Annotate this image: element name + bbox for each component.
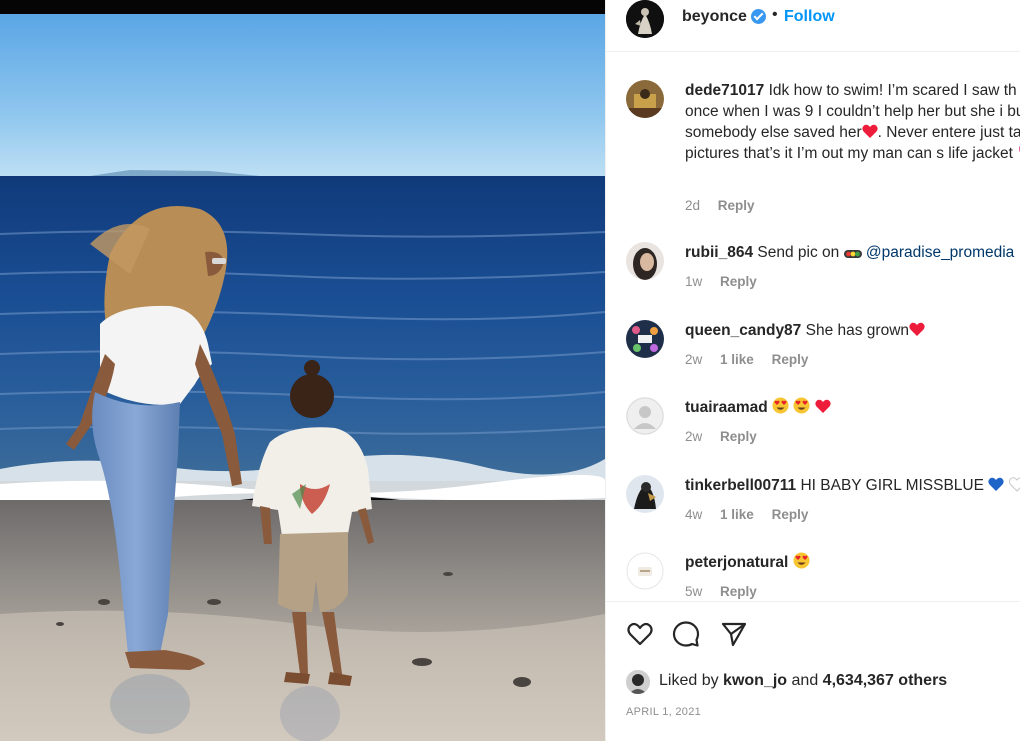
comment-username[interactable]: peterjonatural xyxy=(685,554,788,571)
commenter-avatar[interactable] xyxy=(626,320,664,358)
liked-by-and: and xyxy=(791,672,819,689)
blue-heart-icon xyxy=(988,477,1004,491)
red-heart-icon xyxy=(862,124,878,138)
traffic-light-icon xyxy=(843,250,862,258)
liked-by-prefix: Liked by xyxy=(659,672,719,689)
reply-button[interactable]: Reply xyxy=(772,507,809,522)
commenter-avatar[interactable] xyxy=(626,242,664,280)
reply-button[interactable]: Reply xyxy=(718,198,755,213)
post-header: beyonce • Follow xyxy=(606,0,1020,52)
liked-by-row: Liked by kwon_jo and 4,634,367 others xyxy=(626,670,1016,694)
comment-username[interactable]: tinkerbell00711 xyxy=(685,477,796,494)
comment-text: HI BABY GIRL MISSBLUE xyxy=(800,477,984,494)
post-actions-section: Liked by kwon_jo and 4,634,367 others AP… xyxy=(606,601,1020,741)
reply-button[interactable]: Reply xyxy=(720,429,757,444)
commenter-avatar[interactable] xyxy=(626,552,664,590)
comment-time[interactable]: 2w xyxy=(685,429,702,444)
heart-eyes-emoji-icon xyxy=(772,397,789,414)
comment-item: queen_candy87 She has grown 2w 1 like Re… xyxy=(606,320,1020,380)
comment-username[interactable]: tuairaamad xyxy=(685,399,768,416)
comments-list[interactable]: dede71017 Idk how to swim! I’m scared I … xyxy=(606,52,1020,601)
comment-username[interactable]: dede71017 xyxy=(685,82,764,99)
comment-like-count[interactable]: 1 like xyxy=(720,507,754,522)
photo-top-bar xyxy=(0,0,605,14)
follow-button[interactable]: Follow xyxy=(784,8,835,26)
comment-item: tinkerbell00711 HI BABY GIRL MISSBLUE 4w… xyxy=(606,475,1020,535)
comment-mention-link[interactable]: @paradise_promedia xyxy=(866,244,1014,261)
author-avatar[interactable] xyxy=(626,0,664,38)
commenter-avatar[interactable] xyxy=(626,80,664,118)
red-heart-icon xyxy=(815,399,831,413)
comment-time[interactable]: 2w xyxy=(685,352,702,367)
verified-badge-icon xyxy=(751,9,766,24)
post-side-panel: beyonce • Follow dede71017 Idk how to sw… xyxy=(605,0,1020,741)
red-heart-icon xyxy=(909,322,925,336)
comment-like-count[interactable]: 1 like xyxy=(720,352,754,367)
reply-button[interactable]: Reply xyxy=(772,352,809,367)
comment-time[interactable]: 5w xyxy=(685,584,702,599)
like-count-link[interactable]: 4,634,367 others xyxy=(823,672,948,689)
heart-outline-icon[interactable] xyxy=(626,620,654,648)
comment-username[interactable]: rubii_864 xyxy=(685,244,753,261)
heart-eyes-emoji-icon xyxy=(793,552,810,569)
post-date[interactable]: APRIL 1, 2021 xyxy=(626,706,701,718)
comment-text: Send pic on xyxy=(757,244,840,261)
liked-by-user[interactable]: kwon_jo xyxy=(723,672,787,689)
liker-avatar[interactable] xyxy=(626,670,650,694)
comment-time[interactable]: 4w xyxy=(685,507,702,522)
comment-time[interactable]: 2d xyxy=(685,198,700,213)
heart-eyes-emoji-icon xyxy=(793,397,810,414)
post-photo[interactable] xyxy=(0,0,605,741)
comment-item: tuairaamad 2w Reply xyxy=(606,397,1020,457)
reply-button[interactable]: Reply xyxy=(720,584,757,599)
comment-item: peterjonatural 5w Reply xyxy=(606,552,1020,601)
commenter-avatar[interactable] xyxy=(626,397,664,435)
white-heart-icon xyxy=(1008,477,1020,492)
comment-time[interactable]: 1w xyxy=(685,274,702,289)
header-separator: • xyxy=(772,6,778,23)
commenter-avatar[interactable] xyxy=(626,475,664,513)
comment-bubble-icon[interactable] xyxy=(672,620,700,648)
comment-text: She has grown xyxy=(805,322,910,339)
author-username[interactable]: beyonce xyxy=(682,8,747,26)
comment-item: dede71017 Idk how to swim! I’m scared I … xyxy=(606,80,1020,220)
comment-username[interactable]: queen_candy87 xyxy=(685,322,801,339)
paper-plane-icon[interactable] xyxy=(720,620,748,648)
reply-button[interactable]: Reply xyxy=(720,274,757,289)
comment-item: rubii_864 Send pic on @paradise_promedia… xyxy=(606,242,1020,302)
beach-photo-image xyxy=(0,14,605,741)
